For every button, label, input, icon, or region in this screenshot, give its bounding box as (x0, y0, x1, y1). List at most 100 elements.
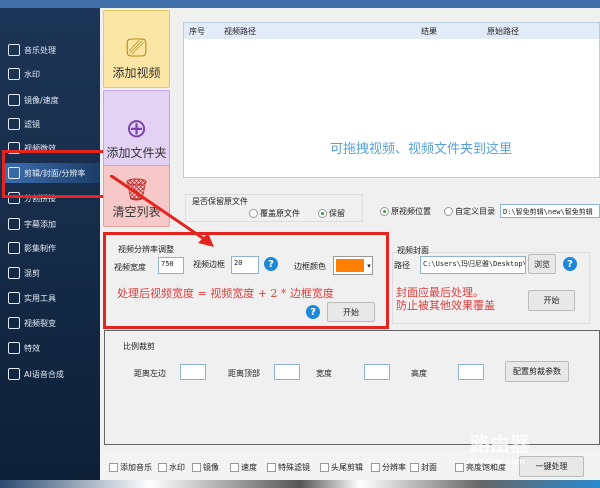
sidebar-item-label: 实用工具 (24, 293, 56, 303)
sidebar-item-1[interactable]: 水印 (8, 64, 98, 84)
sidebar-item-2[interactable]: 镜像/速度 (8, 90, 98, 110)
table-header: 序号 视频路径 结果 原始路径 (184, 23, 599, 39)
radio-overwrite[interactable]: 覆盖原文件 (249, 208, 300, 219)
sidebar-item-label: 滤镜 (24, 119, 40, 129)
checkbox-label: 镜像 (203, 463, 219, 472)
sidebar-item-8[interactable]: 影集制作 (8, 238, 98, 258)
sidebar-item-7[interactable]: 字幕添加 (8, 214, 98, 234)
width-input[interactable]: 750 (158, 257, 184, 274)
resolution-formula: 处理后视频宽度 = 视频宽度 + 2 * 边框宽度 (117, 287, 334, 300)
checkbox-2[interactable]: 镜像 (192, 462, 219, 473)
ai-voice-icon (8, 368, 20, 380)
add-video-button[interactable]: ⎚ 添加视频 (103, 10, 170, 88)
col-video-path: 视频路径 (224, 26, 256, 36)
cover-title: 视频封面 (397, 246, 429, 255)
sidebar-item-label: 特效 (24, 343, 40, 353)
sidebar-item-label: 混剪 (24, 268, 40, 278)
help-icon[interactable]: ? (264, 257, 278, 271)
checkbox-label: 水印 (169, 463, 185, 472)
album-icon (8, 242, 20, 254)
help-icon[interactable]: ? (306, 305, 320, 319)
checkbox-1[interactable]: 水印 (158, 462, 185, 473)
checkbox-3[interactable]: 速度 (230, 462, 257, 473)
checkbox-label: 封面 (421, 463, 437, 472)
radio-overwrite-label: 覆盖原文件 (260, 209, 300, 218)
crop-width-input[interactable] (364, 364, 390, 380)
toolbox-icon (8, 292, 20, 304)
radio-orig-location-label: 原视频位置 (391, 207, 431, 216)
drop-hint: 可拖拽视频、视频文件夹到这里 (330, 142, 513, 157)
border-color-picker[interactable]: ▾ (333, 256, 373, 275)
crop-left-input[interactable] (180, 364, 206, 380)
filter-icon (8, 118, 20, 130)
subtitle-icon (8, 218, 20, 230)
sidebar-item-9[interactable]: 混剪 (8, 263, 98, 283)
watermark-sub: luyouqi.com (470, 457, 525, 466)
cover-note-2: 防止被其他效果覆盖 (396, 299, 495, 312)
sidebar-item-12[interactable]: 特效 (8, 338, 98, 358)
checkbox-4[interactable]: 特殊滤镜 (267, 462, 310, 473)
sidebar-item-label: 音乐处理 (24, 45, 56, 55)
sidebar-item-label: 水印 (24, 69, 40, 79)
radio-custom-dir[interactable]: 自定义目录 (444, 206, 495, 217)
crop-left-label: 距离左边 (134, 369, 166, 378)
checkbox-7[interactable]: 封面 (410, 462, 437, 473)
col-result: 结果 (421, 26, 437, 36)
sidebar-item-13[interactable]: AI语音合成 (8, 364, 98, 384)
checkbox-5[interactable]: 头尾剪辑 (320, 462, 363, 473)
crop-top-label: 距离顶部 (228, 369, 260, 378)
crop-height-label: 高度 (411, 369, 427, 378)
cover-start-button[interactable]: 开始 (528, 290, 575, 311)
sidebar-item-label: AI语音合成 (24, 369, 64, 379)
sidebar-item-label: 视频裂变 (24, 318, 56, 328)
sidebar-item-0[interactable]: 音乐处理 (8, 40, 98, 60)
red-arrow (110, 175, 214, 247)
sparkle-icon (8, 342, 20, 354)
video-add-icon: ⎚ (126, 33, 147, 63)
checkbox-label: 特殊滤镜 (278, 463, 310, 472)
checkbox-0[interactable]: 添加音乐 (109, 462, 152, 473)
checkbox-label: 添加音乐 (120, 463, 152, 472)
border-color-label: 边框颜色 (294, 262, 326, 271)
title-bar (0, 0, 600, 8)
checkbox-6[interactable]: 分辨率 (371, 462, 406, 473)
border-label: 视频边框 (193, 260, 225, 269)
config-crop-button[interactable]: 配置剪裁参数 (505, 361, 569, 382)
cover-path-input[interactable]: C:\Users\玛归尼雅\Desktop\ (420, 256, 526, 274)
help-icon[interactable]: ? (563, 257, 577, 271)
fission-icon (8, 317, 20, 329)
music-icon (8, 44, 20, 56)
output-path-input[interactable]: D:\智免剪辑\new\智免剪辑 (500, 204, 600, 218)
resolution-start-button[interactable]: 开始 (327, 302, 375, 322)
add-video-label: 添加视频 (112, 66, 161, 80)
crop-height-input[interactable] (458, 364, 484, 380)
radio-orig-location[interactable]: 原视频位置 (380, 206, 431, 217)
watermark-text: 路由器 (470, 432, 530, 456)
col-index: 序号 (189, 26, 205, 36)
color-swatch (336, 259, 364, 272)
sidebar-item-label: 影集制作 (24, 243, 56, 253)
checkbox-label: 头尾剪辑 (331, 463, 363, 472)
add-folder-button[interactable]: ⊕ 添加文件夹 (103, 90, 170, 168)
sidebar-item-label: 镜像/速度 (24, 95, 59, 105)
cover-path-label: 路径 (394, 261, 410, 270)
browse-button[interactable]: 浏览 (528, 254, 556, 274)
taskbar-strip (0, 480, 600, 488)
sidebar-item-10[interactable]: 实用工具 (8, 288, 98, 308)
watermark-icon (8, 68, 20, 80)
radio-keep[interactable]: 保留 (318, 208, 345, 219)
watermark-logo: 路由器 luyouqi.com (470, 428, 530, 466)
width-label: 视频宽度 (114, 263, 146, 272)
shuffle-icon (8, 267, 20, 279)
checkbox-label: 速度 (241, 463, 257, 472)
sidebar-item-label: 字幕添加 (24, 219, 56, 229)
border-input[interactable]: 20 (231, 256, 259, 274)
crop-width-label: 宽度 (316, 369, 332, 378)
radio-keep-label: 保留 (329, 209, 345, 218)
crop-title: 比例裁剪 (123, 342, 155, 351)
sidebar-item-11[interactable]: 视频裂变 (8, 313, 98, 333)
speed-icon (8, 94, 20, 106)
crop-top-input[interactable] (274, 364, 300, 380)
add-folder-label: 添加文件夹 (106, 146, 167, 160)
sidebar-item-3[interactable]: 滤镜 (8, 114, 98, 134)
